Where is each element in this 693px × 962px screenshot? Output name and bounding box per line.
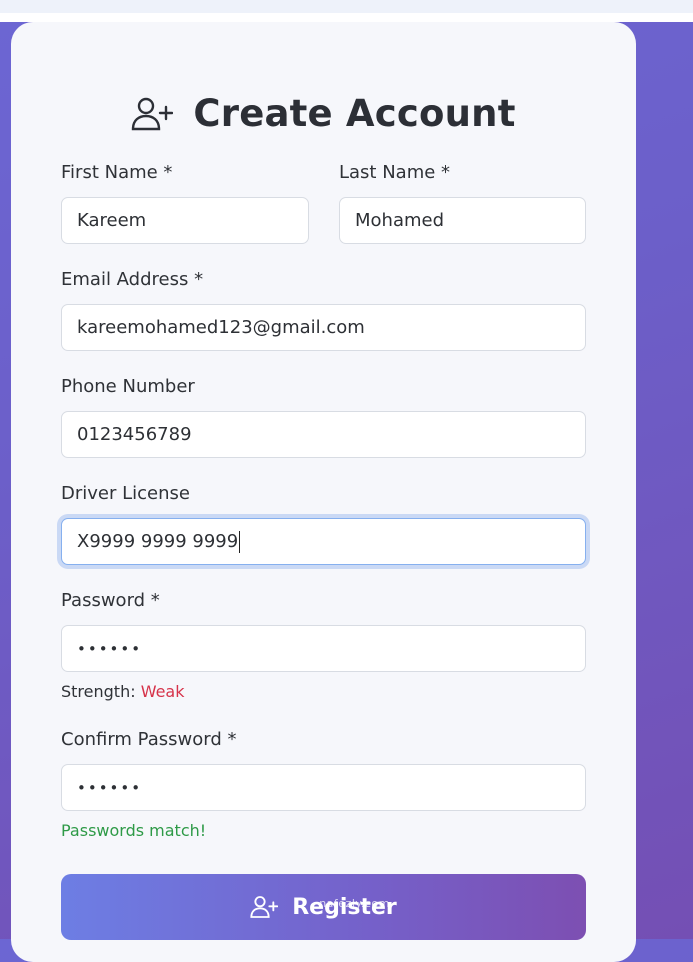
watermark: nafezly.com [319,897,390,910]
email-input[interactable]: kareemohamed123@gmail.com [61,304,586,351]
email-value: kareemohamed123@gmail.com [77,317,365,338]
confirm-password-value: •••••• [77,778,143,797]
browser-top-bar [0,0,693,13]
confirm-password-label: Confirm Password * [61,729,237,750]
page-title: Create Account [193,92,516,135]
browser-top-strip [0,13,693,22]
strength-value: Weak [140,682,185,701]
user-plus-icon [131,96,174,132]
password-strength: Strength: Weak [61,682,185,701]
first-name-label: First Name * [61,162,173,183]
first-name-value: Kareem [77,210,147,231]
phone-label: Phone Number [61,376,195,397]
confirm-password-input[interactable]: •••••• [61,764,586,811]
phone-input[interactable]: 0123456789 [61,411,586,458]
license-input[interactable]: X9999 9999 9999 [61,518,586,565]
email-label: Email Address * [61,269,204,290]
text-caret [239,530,241,553]
last-name-label: Last Name * [339,162,451,183]
page-title-row: Create Account [11,92,636,135]
password-match-message: Passwords match! [61,821,207,840]
license-label: Driver License [61,483,190,504]
password-value: •••••• [77,639,143,658]
strength-prefix: Strength: [61,682,136,701]
password-input[interactable]: •••••• [61,625,586,672]
password-label: Password * [61,590,160,611]
last-name-input[interactable]: Mohamed [339,197,586,244]
phone-value: 0123456789 [77,424,192,445]
last-name-value: Mohamed [355,210,445,231]
license-value: X9999 9999 9999 [77,531,239,552]
register-card: Create Account First Name * Kareem Last … [11,22,636,962]
first-name-input[interactable]: Kareem [61,197,309,244]
